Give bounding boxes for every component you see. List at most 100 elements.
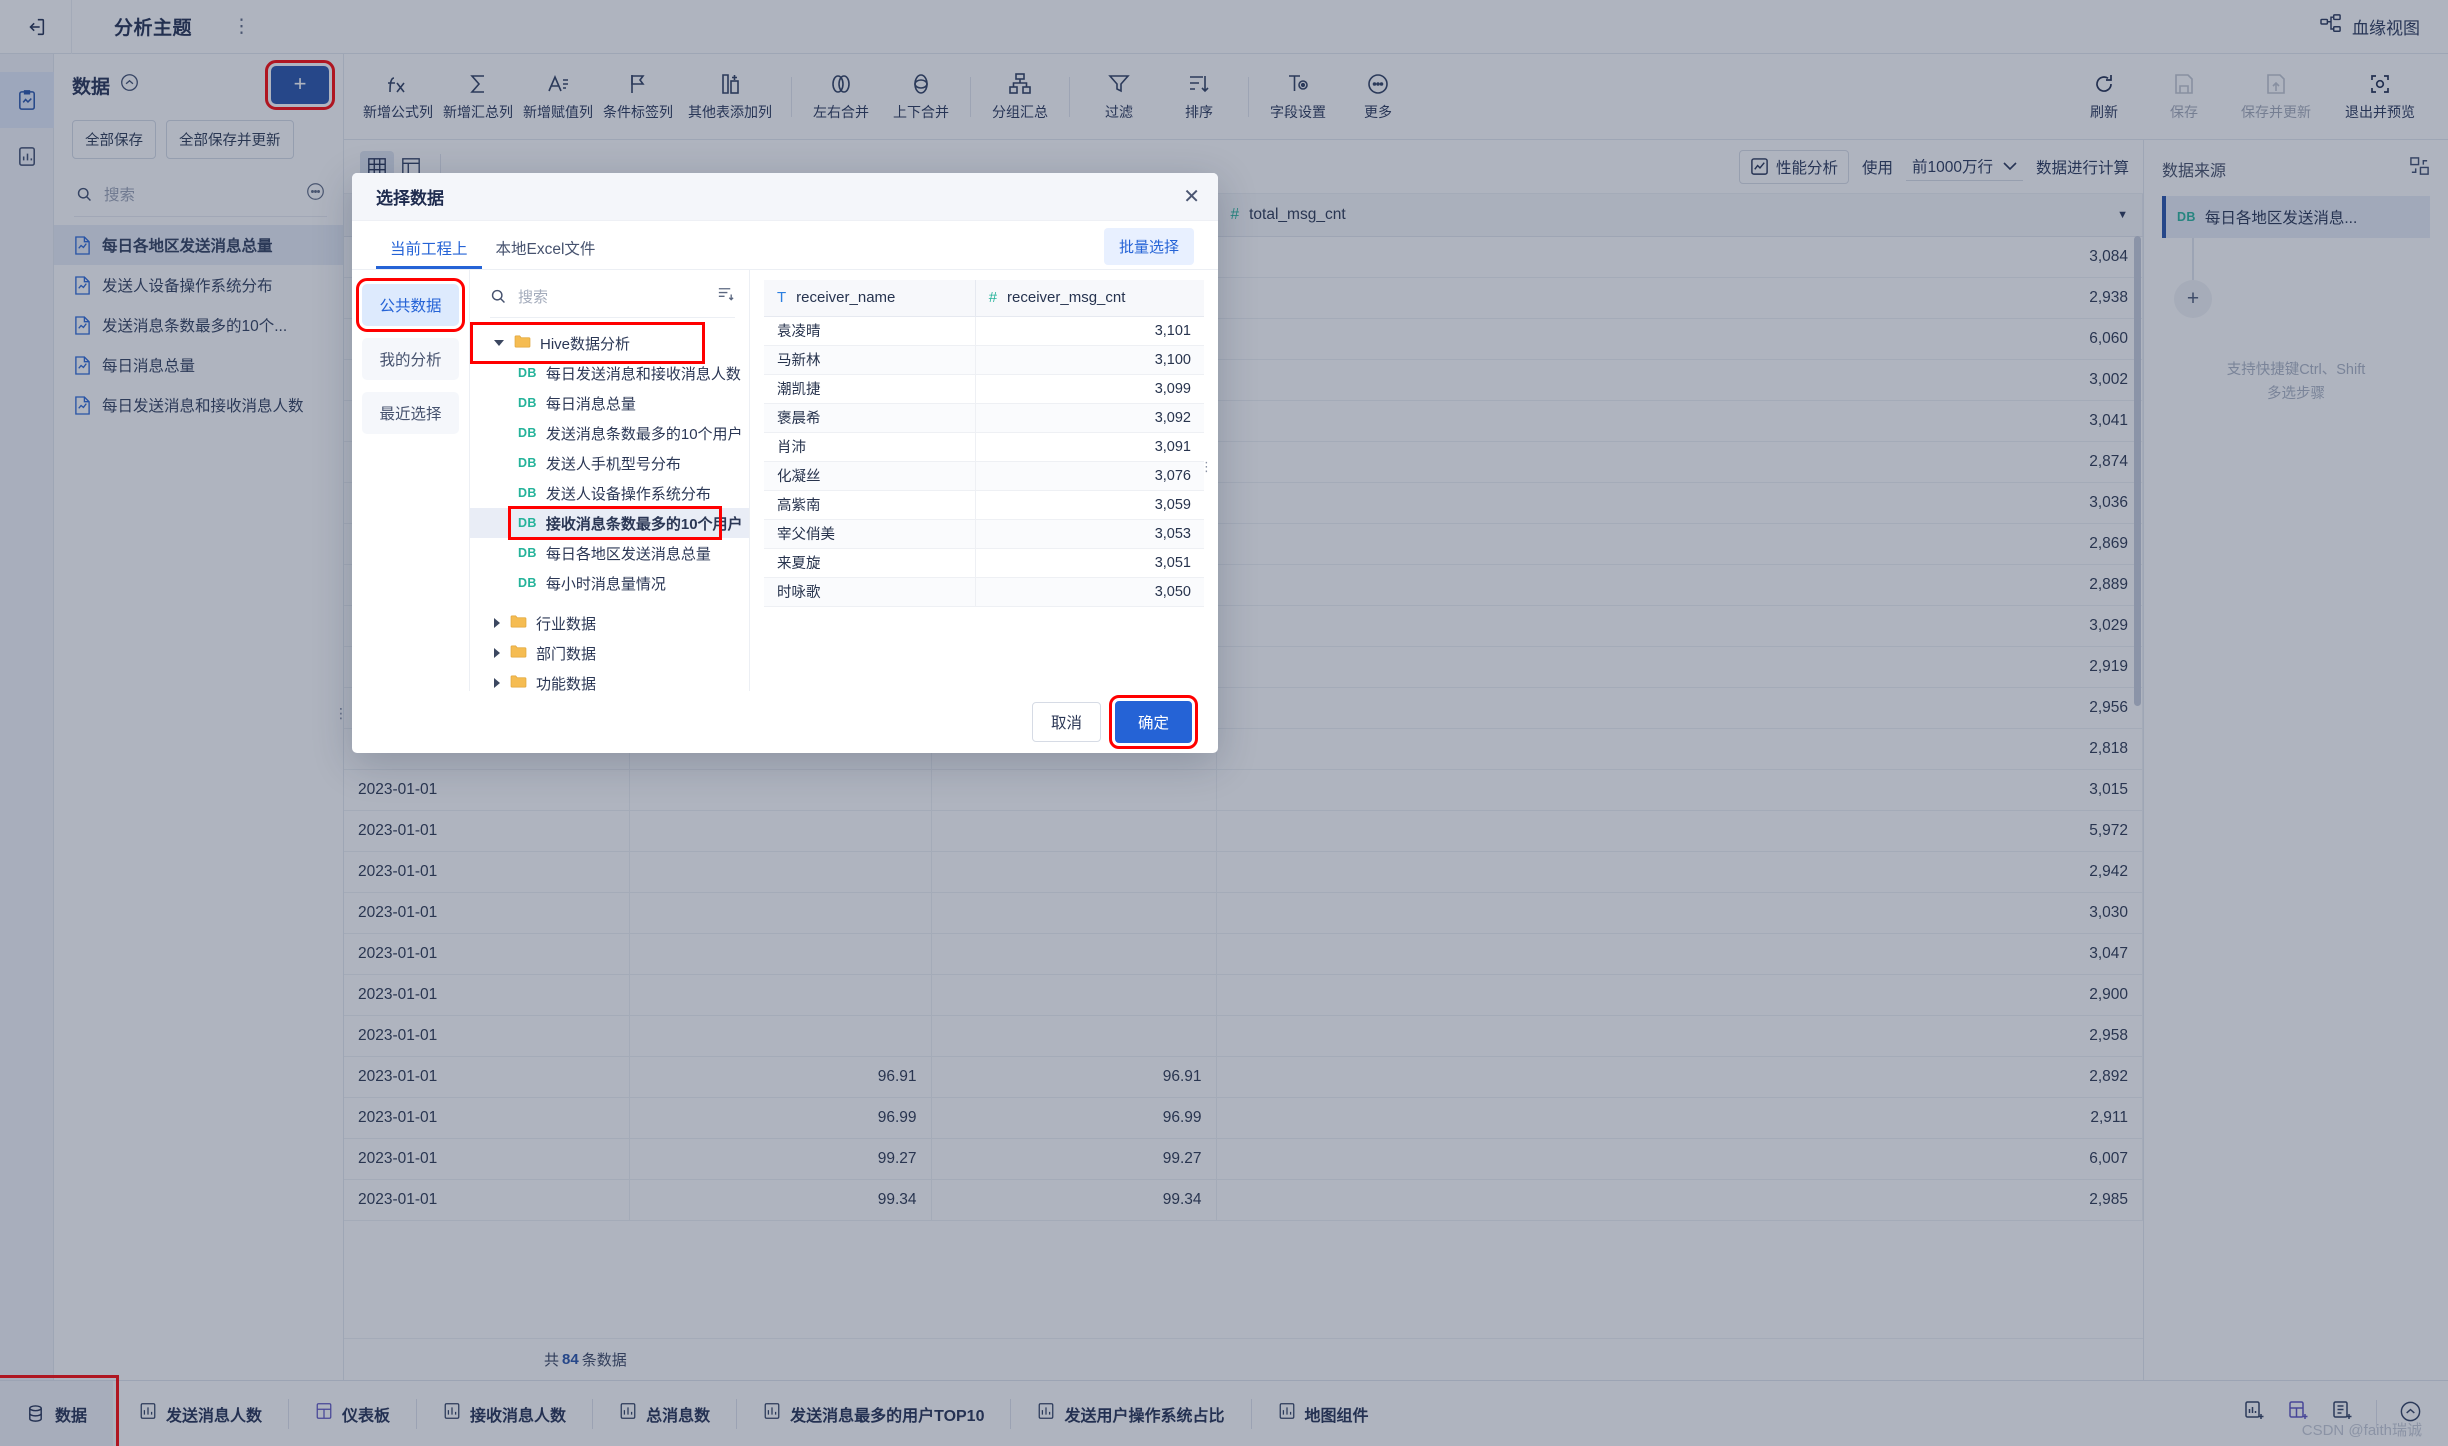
tree-leaf-5[interactable]: DB 接收消息条数最多的10个用户: [470, 508, 749, 538]
preview-col-receiver_name[interactable]: T receiver_name: [764, 280, 975, 316]
close-icon[interactable]: ✕: [1183, 187, 1200, 207]
preview-col-name: receiver_name: [796, 289, 895, 306]
tree-leaf-label: 每日各地区发送消息总量: [546, 543, 711, 564]
type-icon-text: T: [777, 289, 786, 306]
preview-cell-receiver_name: 时咏歌: [764, 577, 975, 606]
tree-leaf-4[interactable]: DB 发送人设备操作系统分布: [470, 478, 749, 508]
tab-current-project[interactable]: 当前工程上: [376, 237, 482, 269]
preview-cell-receiver_msg_cnt: 3,092: [975, 403, 1204, 432]
tree-folder-label: 部门数据: [536, 643, 596, 664]
preview-col-name: receiver_msg_cnt: [1007, 289, 1125, 306]
chevron-right-icon: [494, 648, 500, 658]
preview-cell-receiver_name: 化凝丝: [764, 461, 975, 490]
chevron-right-icon: [494, 678, 500, 688]
db-tag: DB: [518, 486, 537, 500]
db-tag: DB: [518, 366, 537, 380]
preview-cell-receiver_msg_cnt: 3,100: [975, 345, 1204, 374]
db-tag: DB: [518, 396, 537, 410]
preview-cell-receiver_msg_cnt: 3,053: [975, 519, 1204, 548]
tree-leaf-label: 发送人手机型号分布: [546, 453, 681, 474]
tree-leaf-label: 每日发送消息和接收消息人数: [546, 363, 741, 384]
db-tag: DB: [518, 426, 537, 440]
tree-folder-1[interactable]: 部门数据: [470, 638, 749, 668]
dialog-title: 选择数据: [376, 184, 444, 209]
preview-table: T receiver_name # receiver_msg_cnt 袁凌晴3,…: [764, 280, 1204, 607]
dialog-search[interactable]: 搜索: [490, 284, 735, 318]
sort-filter-icon[interactable]: [716, 284, 735, 308]
cancel-button[interactable]: 取消: [1032, 702, 1101, 742]
dialog-preview: T receiver_name # receiver_msg_cnt 袁凌晴3,…: [750, 270, 1218, 691]
tree-root-hive[interactable]: Hive数据分析: [476, 328, 699, 358]
dialog-search-placeholder: 搜索: [518, 286, 548, 307]
tree-folder-list: 行业数据部门数据功能数据: [470, 608, 749, 698]
preview-row: 马新林3,100: [764, 345, 1204, 374]
db-tag: DB: [518, 456, 537, 470]
tree-leaf-2[interactable]: DB 发送消息条数最多的10个用户: [470, 418, 749, 448]
tab-local-excel[interactable]: 本地Excel文件: [482, 237, 610, 269]
dialog-tabs: 当前工程上 本地Excel文件 批量选择: [352, 221, 1218, 269]
nav-recent-select[interactable]: 最近选择: [362, 392, 459, 434]
preview-cell-receiver_msg_cnt: 3,076: [975, 461, 1204, 490]
chevron-right-icon: [494, 618, 500, 628]
dialog-footer: 取消 确定: [352, 691, 1218, 753]
preview-cell-receiver_msg_cnt: 3,101: [975, 316, 1204, 345]
preview-cell-receiver_name: 潮凯捷: [764, 374, 975, 403]
tree-leaf-1[interactable]: DB 每日消息总量: [470, 388, 749, 418]
preview-row: 褒晨希3,092: [764, 403, 1204, 432]
db-tag: DB: [518, 516, 537, 530]
preview-header-row: T receiver_name # receiver_msg_cnt: [764, 280, 1204, 316]
confirm-button[interactable]: 确定: [1115, 701, 1192, 743]
type-icon-number: #: [989, 289, 997, 306]
chevron-down-icon: [494, 340, 504, 346]
nav-my-analysis[interactable]: 我的分析: [362, 338, 459, 380]
tree-leaf-0[interactable]: DB 每日发送消息和接收消息人数: [470, 358, 749, 388]
batch-select-button[interactable]: 批量选择: [1104, 228, 1194, 265]
preview-row: 时咏歌3,050: [764, 577, 1204, 606]
preview-cell-receiver_msg_cnt: 3,099: [975, 374, 1204, 403]
preview-cell-receiver_msg_cnt: 3,050: [975, 577, 1204, 606]
preview-row: 化凝丝3,076: [764, 461, 1204, 490]
db-tag: DB: [518, 576, 537, 590]
tree-leaf-label: 发送人设备操作系统分布: [546, 483, 711, 504]
preview-row: 潮凯捷3,099: [764, 374, 1204, 403]
dialog-body: 公共数据 我的分析 最近选择 搜索: [352, 269, 1218, 691]
folder-icon: [510, 614, 527, 632]
preview-cell-receiver_name: 宰父俏美: [764, 519, 975, 548]
preview-cell-receiver_name: 褒晨希: [764, 403, 975, 432]
nav-public-data[interactable]: 公共数据: [362, 284, 459, 326]
folder-icon: [510, 644, 527, 662]
folder-icon: [510, 674, 527, 692]
preview-row: 宰父俏美3,053: [764, 519, 1204, 548]
preview-cell-receiver_msg_cnt: 3,051: [975, 548, 1204, 577]
preview-cell-receiver_msg_cnt: 3,091: [975, 432, 1204, 461]
tree-leaf-highlight: DB 接收消息条数最多的10个用户: [470, 508, 749, 538]
preview-cell-receiver_name: 马新林: [764, 345, 975, 374]
search-icon: [490, 288, 507, 305]
preview-col-receiver_msg_cnt[interactable]: # receiver_msg_cnt: [975, 280, 1204, 316]
db-tag: DB: [518, 546, 537, 560]
tree-folder-label: 行业数据: [536, 613, 596, 634]
folder-open-icon: [514, 334, 531, 352]
dialog-nav: 公共数据 我的分析 最近选择: [352, 270, 470, 691]
app-root: 分析主题 ⋮ 血缘视图: [0, 0, 2448, 1446]
tree-leaf-label: 发送消息条数最多的10个用户: [546, 423, 743, 444]
preview-body: 袁凌晴3,101马新林3,100潮凯捷3,099褒晨希3,092肖沛3,091化…: [764, 316, 1204, 606]
tree-leaf-3[interactable]: DB 发送人手机型号分布: [470, 448, 749, 478]
tree-folder-0[interactable]: 行业数据: [470, 608, 749, 638]
tree-leaf-7[interactable]: DB 每小时消息量情况: [470, 568, 749, 598]
preview-row: 袁凌晴3,101: [764, 316, 1204, 345]
select-data-dialog: 选择数据 ✕ 当前工程上 本地Excel文件 批量选择 公共数据 我的分析 最近…: [352, 173, 1218, 753]
dialog-header: 选择数据 ✕: [352, 173, 1218, 221]
preview-cell-receiver_name: 肖沛: [764, 432, 975, 461]
tree-leaf-label: 接收消息条数最多的10个用户: [546, 513, 743, 534]
tree-leaf-list: DB每日发送消息和接收消息人数DB每日消息总量DB发送消息条数最多的10个用户D…: [470, 358, 749, 598]
tree-leaf-label: 每小时消息量情况: [546, 573, 666, 594]
tree-leaf-6[interactable]: DB 每日各地区发送消息总量: [470, 538, 749, 568]
preview-cell-receiver_name: 袁凌晴: [764, 316, 975, 345]
preview-cell-receiver_msg_cnt: 3,059: [975, 490, 1204, 519]
tree-leaf-label: 每日消息总量: [546, 393, 636, 414]
dialog-tree: 搜索 Hive数据分析 DB每日: [470, 270, 750, 691]
preview-cell-receiver_name: 来夏旋: [764, 548, 975, 577]
preview-row: 高紫南3,059: [764, 490, 1204, 519]
preview-row: 肖沛3,091: [764, 432, 1204, 461]
